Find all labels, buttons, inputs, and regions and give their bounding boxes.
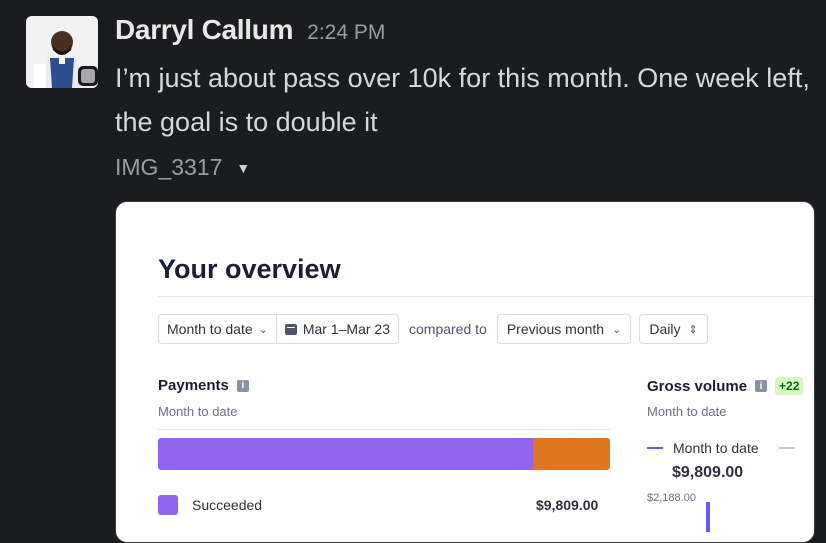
date-range-selector: Month to date ⌄ Mar 1–Mar 23 bbox=[158, 314, 399, 344]
calendar-icon bbox=[284, 323, 297, 335]
succeeded-label: Succeeded bbox=[192, 497, 263, 513]
message-timestamp[interactable]: 2:24 PM bbox=[307, 21, 385, 45]
info-icon[interactable]: i bbox=[755, 380, 768, 392]
info-icon[interactable]: i bbox=[236, 379, 249, 392]
attachment-filename: IMG_3317 bbox=[115, 154, 223, 180]
presence-dot bbox=[81, 69, 95, 83]
gross-volume-title-row: Gross volume i +22 bbox=[647, 377, 804, 395]
message-text: I’m just about pass over 10k for this mo… bbox=[115, 63, 810, 137]
overview-title: Your overview bbox=[158, 254, 341, 284]
chart-line-segment bbox=[706, 502, 710, 532]
filter-bar: Month to date ⌄ Mar 1–Mar 23 compared to… bbox=[158, 314, 708, 344]
sender-name[interactable]: Darryl Callum bbox=[115, 14, 293, 46]
payments-title-row: Payments i bbox=[158, 377, 249, 394]
bar-succeeded-segment[interactable] bbox=[158, 438, 534, 470]
series-line-icon bbox=[647, 447, 663, 449]
change-badge: +22 bbox=[775, 377, 804, 395]
interval-label: Daily bbox=[649, 321, 681, 337]
axis-max-label: $2,188.00 bbox=[647, 492, 696, 504]
payments-title: Payments bbox=[158, 377, 229, 394]
chevron-down-icon: ⌄ bbox=[612, 323, 622, 336]
comparison-line-icon bbox=[778, 447, 795, 449]
succeeded-swatch bbox=[158, 495, 178, 515]
chevron-down-icon: ⌄ bbox=[258, 323, 268, 336]
legend-label: Month to date bbox=[673, 440, 759, 456]
bar-other-segment[interactable] bbox=[533, 438, 610, 470]
gross-volume-value: $9,809.00 bbox=[672, 464, 744, 481]
interval-select[interactable]: Daily ⇕ bbox=[639, 314, 708, 344]
range-label: Month to date bbox=[167, 321, 253, 337]
divider bbox=[158, 296, 814, 297]
compared-to-label: compared to bbox=[409, 321, 487, 337]
range-dropdown[interactable]: Month to date ⌄ bbox=[159, 315, 276, 343]
gross-volume-subtitle: Month to date bbox=[647, 404, 727, 419]
caret-down-icon[interactable]: ▼ bbox=[236, 160, 250, 176]
message-header: Darryl Callum 2:24 PM bbox=[115, 14, 385, 46]
compare-dropdown[interactable]: Previous month ⌄ bbox=[496, 314, 632, 344]
compare-label: Previous month bbox=[506, 321, 605, 337]
payments-subtitle: Month to date bbox=[158, 404, 238, 419]
attachment-toggle[interactable]: IMG_3317 ▼ bbox=[115, 154, 250, 181]
gross-volume-title: Gross volume bbox=[647, 377, 748, 395]
date-range-label: Mar 1–Mar 23 bbox=[302, 321, 390, 337]
payments-bar[interactable] bbox=[158, 438, 610, 470]
presence-indicator bbox=[78, 66, 98, 86]
chevron-updown-icon: ⇕ bbox=[688, 323, 698, 336]
divider bbox=[158, 429, 610, 430]
succeeded-value: $9,809.00 bbox=[536, 497, 599, 513]
image-attachment[interactable]: Your overview Month to date ⌄ Mar 1–Mar … bbox=[115, 201, 815, 543]
gross-volume-legend: Month to date bbox=[647, 440, 795, 456]
date-picker[interactable]: Mar 1–Mar 23 bbox=[275, 315, 398, 343]
